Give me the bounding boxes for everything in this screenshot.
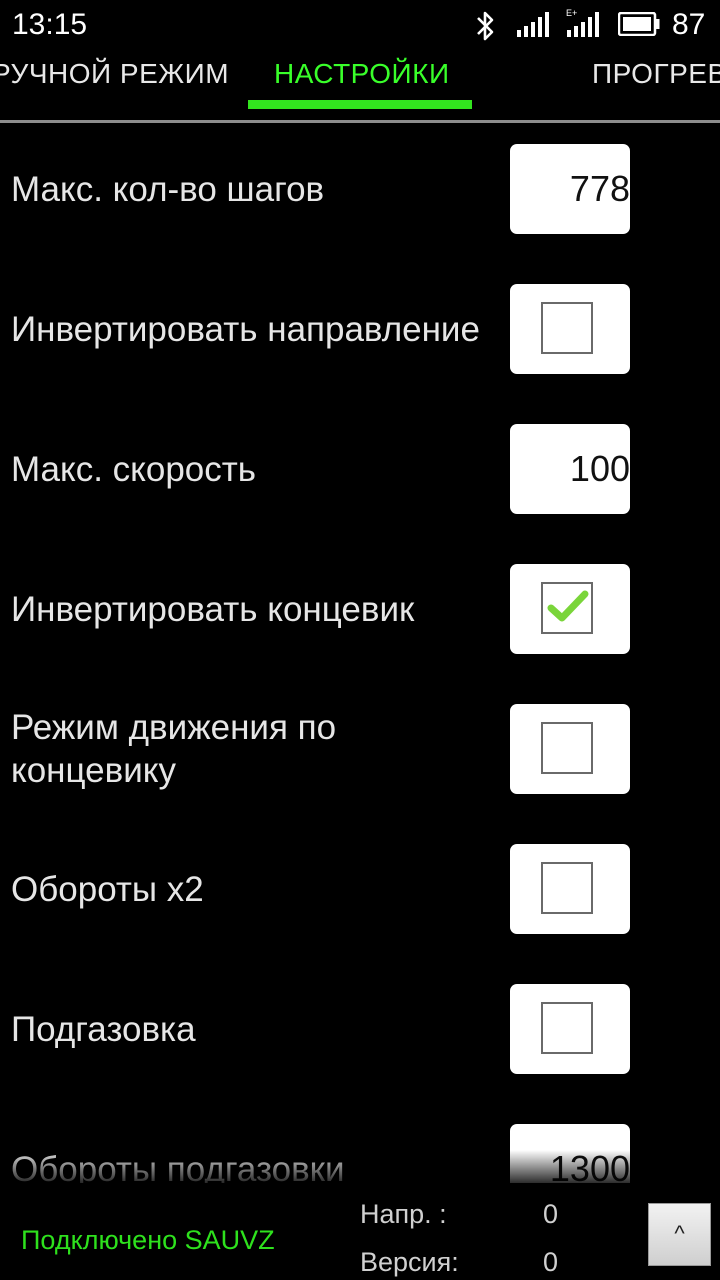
- setting-label: Макс. кол-во шагов: [11, 169, 325, 209]
- checkbox-unchecked: [541, 1002, 593, 1054]
- checkbox-unchecked: [541, 862, 593, 914]
- checkmark-icon: [547, 590, 589, 622]
- setting-label: Обороты x2: [11, 869, 204, 909]
- footer-bar: Подключено SAUVZ Напр. : 0 Версия: 0 ^: [0, 1185, 720, 1280]
- svg-text:E+: E+: [566, 8, 577, 18]
- voltage-value: 0: [543, 1199, 559, 1229]
- battery-icon: [618, 12, 660, 36]
- setting-limit-switch-mode: Режим движения по концевику: [0, 704, 720, 844]
- setting-label: Инвертировать направление: [11, 309, 480, 349]
- invert-limit-switch-checkbox[interactable]: [510, 564, 630, 654]
- setting-rpm-x2: Обороты x2: [0, 844, 720, 984]
- setting-max-steps: Макс. кол-во шагов 778: [0, 144, 720, 284]
- setting-label: Режим движения по концевику: [11, 708, 337, 790]
- setting-invert-limit-switch: Инвертировать концевик: [0, 564, 720, 704]
- status-bar: 13:15 E+ 87: [0, 0, 720, 50]
- data-signal-icon: E+: [566, 8, 599, 37]
- battery-percent: 87: [672, 8, 706, 41]
- voltage-label: Напр. :: [360, 1199, 447, 1229]
- throttle-checkbox[interactable]: [510, 984, 630, 1074]
- tab-settings[interactable]: НАСТРОЙКИ: [274, 58, 450, 90]
- limit-switch-mode-checkbox[interactable]: [510, 704, 630, 794]
- setting-label: Инвертировать концевик: [11, 589, 415, 629]
- max-steps-input[interactable]: 778: [510, 144, 630, 234]
- setting-invert-direction: Инвертировать направление: [0, 284, 720, 424]
- status-time: 13:15: [12, 8, 88, 41]
- input-value: 100: [569, 448, 630, 489]
- active-tab-indicator: [248, 100, 472, 109]
- scroll-up-button[interactable]: ^: [648, 1203, 711, 1266]
- bluetooth-icon: [477, 11, 494, 41]
- version-value: 0: [543, 1247, 559, 1277]
- checkbox-unchecked: [541, 722, 593, 774]
- setting-max-speed: Макс. скорость 100: [0, 424, 720, 564]
- input-value: 778: [569, 168, 630, 209]
- tab-warmup[interactable]: ПРОГРЕВ: [592, 58, 720, 90]
- version-label: Версия:: [360, 1247, 459, 1277]
- setting-throttle: Подгазовка: [0, 984, 720, 1124]
- setting-label: Макс. скорость: [11, 449, 257, 489]
- tab-strip: РУЧНОЙ РЕЖИМ НАСТРОЙКИ ПРОГРЕВ: [0, 52, 720, 122]
- connection-status: Подключено SAUVZ: [21, 1225, 275, 1255]
- signal-icon: [517, 12, 549, 37]
- invert-direction-checkbox[interactable]: [510, 284, 630, 374]
- setting-label: Подгазовка: [11, 1009, 196, 1049]
- checkbox-unchecked: [541, 302, 593, 354]
- rpm-x2-checkbox[interactable]: [510, 844, 630, 934]
- tab-manual-mode[interactable]: РУЧНОЙ РЕЖИМ: [0, 58, 229, 90]
- checkbox-checked: [541, 582, 593, 634]
- settings-list[interactable]: Макс. кол-во шагов 778 Инвертировать нап…: [0, 123, 720, 1183]
- max-speed-input[interactable]: 100: [510, 424, 630, 514]
- list-fade-edge: [0, 1150, 720, 1190]
